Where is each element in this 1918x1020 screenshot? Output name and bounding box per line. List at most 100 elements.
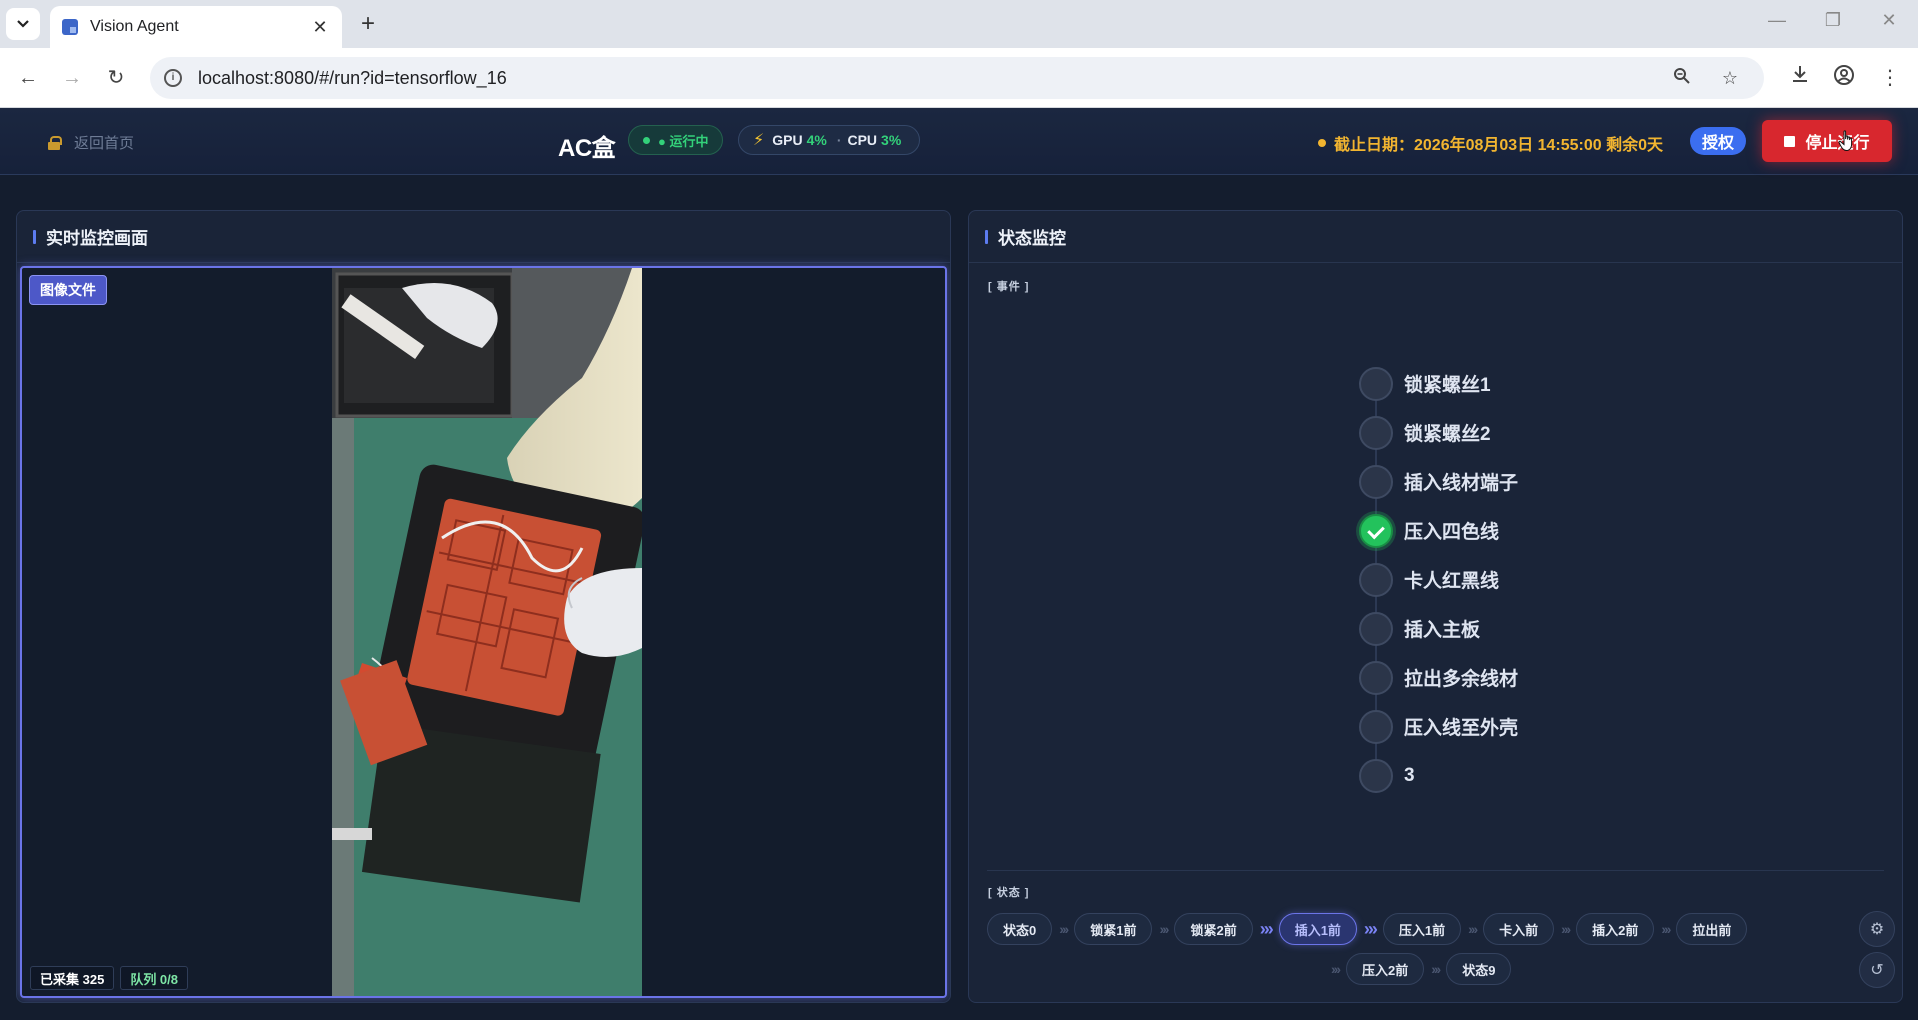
gpu-label: GPU	[772, 132, 803, 148]
event-label: 拉出多余线材	[1404, 669, 1519, 690]
flow-arrow-icon: ›››	[1259, 918, 1274, 939]
event-label: 3	[1404, 764, 1415, 786]
plus-icon[interactable]: +	[354, 10, 382, 38]
state-chip[interactable]: 状态0	[987, 913, 1053, 945]
event-label: 插入主板	[1404, 620, 1481, 641]
states-section-tag: [ 状态 ]	[988, 887, 1030, 899]
download-icon[interactable]	[1786, 64, 1814, 92]
reload-icon[interactable]: ↻	[102, 64, 130, 92]
favicon-icon	[62, 19, 78, 35]
event-node	[1359, 709, 1393, 744]
browser-tabbar: Vision Agent ✕ + — ❐ ✕	[0, 0, 1918, 48]
gear-icon[interactable]: ⚙	[1859, 911, 1895, 947]
flow-arrow-icon: ›››	[1059, 921, 1069, 937]
monitor-panel-title: 实时监控画面	[46, 229, 148, 248]
bolt-icon: ⚡	[753, 132, 765, 149]
history-icon[interactable]: ↺	[1859, 952, 1895, 988]
stop-run-button[interactable]: 停止运行	[1762, 120, 1892, 162]
flow-arrow-icon: ›››	[1431, 961, 1441, 977]
state-monitor-panel: 状态监控 [ 事件 ] 锁紧螺丝1 锁紧螺丝2 插入线材端子 压入四色线卡人红黑线插入…	[968, 210, 1903, 1003]
section-bar	[985, 229, 988, 244]
event-node	[1359, 464, 1393, 499]
event-item: 锁紧螺丝2	[1356, 408, 1656, 457]
chevron-down-icon	[17, 20, 29, 28]
event-label: 锁紧螺丝2	[1404, 424, 1491, 445]
state-chip[interactable]: 压入1前	[1382, 913, 1462, 945]
flow-arrow-icon: ›››	[1159, 921, 1169, 937]
event-label: 压入四色线	[1404, 522, 1500, 543]
more-icon[interactable]: ⋮	[1876, 64, 1904, 92]
section-bar	[33, 229, 36, 244]
browser-tab-active[interactable]: Vision Agent ✕	[50, 6, 342, 48]
event-node	[1359, 562, 1393, 597]
event-label: 卡人红黑线	[1404, 571, 1500, 592]
deadline-text: 截止日期：2026年08月03日 14:55:00 剩余0天	[1334, 137, 1664, 154]
event-item: 压入线至外壳	[1356, 702, 1656, 751]
state-panel-header: 状态监控	[969, 211, 1902, 263]
monitor-panel-header: 实时监控画面	[17, 211, 950, 263]
profile-icon[interactable]	[1830, 64, 1858, 92]
event-item: 拉出多余线材	[1356, 653, 1656, 702]
camera-frame	[332, 268, 642, 996]
capture-stats: 已采集 325 队列 0/8	[30, 966, 194, 990]
collected-count: 已采集 325	[30, 966, 115, 990]
resource-usage-badge: ⚡ GPU 4% · CPU 3%	[738, 125, 921, 155]
minimize-icon[interactable]: —	[1762, 10, 1792, 31]
state-chip[interactable]: 锁紧2前	[1174, 913, 1253, 945]
license-deadline: 截止日期：2026年08月03日 14:55:00 剩余0天	[1318, 131, 1663, 155]
back-icon[interactable]: ←	[14, 64, 42, 92]
warning-dot-icon	[1318, 139, 1326, 147]
tab-search-button[interactable]	[6, 8, 40, 40]
url-text: localhost:8080/#/run?id=tensorflow_16	[198, 67, 507, 88]
state-chip[interactable]: 锁紧1前	[1074, 913, 1153, 945]
event-label: 锁紧螺丝1	[1404, 375, 1491, 396]
event-node	[1359, 758, 1393, 793]
back-home-link[interactable]: 返回首页	[48, 132, 134, 153]
flow-arrow-icon: ›››	[1661, 921, 1671, 937]
close-icon[interactable]: ✕	[310, 17, 330, 38]
forward-icon[interactable]: →	[58, 64, 86, 92]
state-flow-row-1: 状态0 ››› 锁紧1前 ››› 锁紧2前 ››› 插入1前 ››› 压入1前 ››› 卡入前 ›››…	[987, 912, 1748, 946]
cpu-value: 3%	[881, 132, 902, 148]
zoom-icon[interactable]	[1668, 67, 1696, 90]
event-label: 插入线材端子	[1404, 473, 1519, 494]
event-item: 3	[1356, 751, 1656, 800]
state-chip[interactable]: 插入1前	[1278, 913, 1357, 945]
event-label: 压入线至外壳	[1404, 718, 1519, 739]
state-flow-row-2: ››› 压入2前 ››› 状态9	[1324, 952, 1512, 986]
event-node	[1359, 415, 1393, 450]
event-item: 插入线材端子	[1356, 457, 1656, 506]
hand-cursor-icon	[1838, 130, 1853, 152]
event-timeline: 锁紧螺丝1 锁紧螺丝2 插入线材端子 压入四色线卡人红黑线插入主板拉出多余线材 压入线至…	[1356, 359, 1656, 800]
app-title: AC盒	[558, 135, 616, 162]
state-chip[interactable]: 卡入前	[1483, 913, 1555, 945]
window-close-icon[interactable]: ✕	[1874, 10, 1904, 31]
lock-icon	[48, 135, 62, 150]
video-viewport[interactable]: 图像文件 已采集 325 队列 0/8	[20, 266, 947, 998]
state-chip[interactable]: 压入2前	[1346, 953, 1425, 985]
state-chip[interactable]: 插入2前	[1576, 913, 1655, 945]
event-item: 卡人红黑线	[1356, 555, 1656, 604]
event-item: 锁紧螺丝1	[1356, 359, 1656, 408]
status-dot-icon	[643, 136, 650, 144]
restore-icon[interactable]: ❐	[1818, 10, 1848, 31]
event-item: 压入四色线	[1356, 506, 1656, 555]
event-node	[1359, 366, 1393, 401]
stop-icon	[1784, 135, 1796, 147]
separator-dot: ·	[836, 132, 842, 148]
app-header: 返回首页 AC盒 ● 运行中 ⚡ GPU 4% · CPU 3% 截止日期：20…	[0, 108, 1918, 175]
flow-arrow-icon: ›››	[1468, 921, 1478, 937]
cpu-label: CPU	[847, 132, 878, 148]
state-chip[interactable]: 拉出前	[1676, 913, 1748, 945]
star-icon[interactable]: ☆	[1716, 68, 1744, 89]
event-node	[1359, 611, 1393, 646]
flow-arrow-icon: ›››	[1363, 918, 1378, 939]
run-status-text: ● 运行中	[658, 133, 709, 149]
auth-button[interactable]: 授权	[1690, 127, 1747, 155]
event-node	[1359, 660, 1393, 695]
events-section-tag: [ 事件 ]	[988, 281, 1030, 293]
back-home-label: 返回首页	[74, 135, 135, 152]
state-chip[interactable]: 状态9	[1446, 953, 1512, 985]
address-bar[interactable]: i localhost:8080/#/run?id=tensorflow_16 …	[150, 57, 1764, 99]
info-icon[interactable]: i	[164, 69, 182, 87]
